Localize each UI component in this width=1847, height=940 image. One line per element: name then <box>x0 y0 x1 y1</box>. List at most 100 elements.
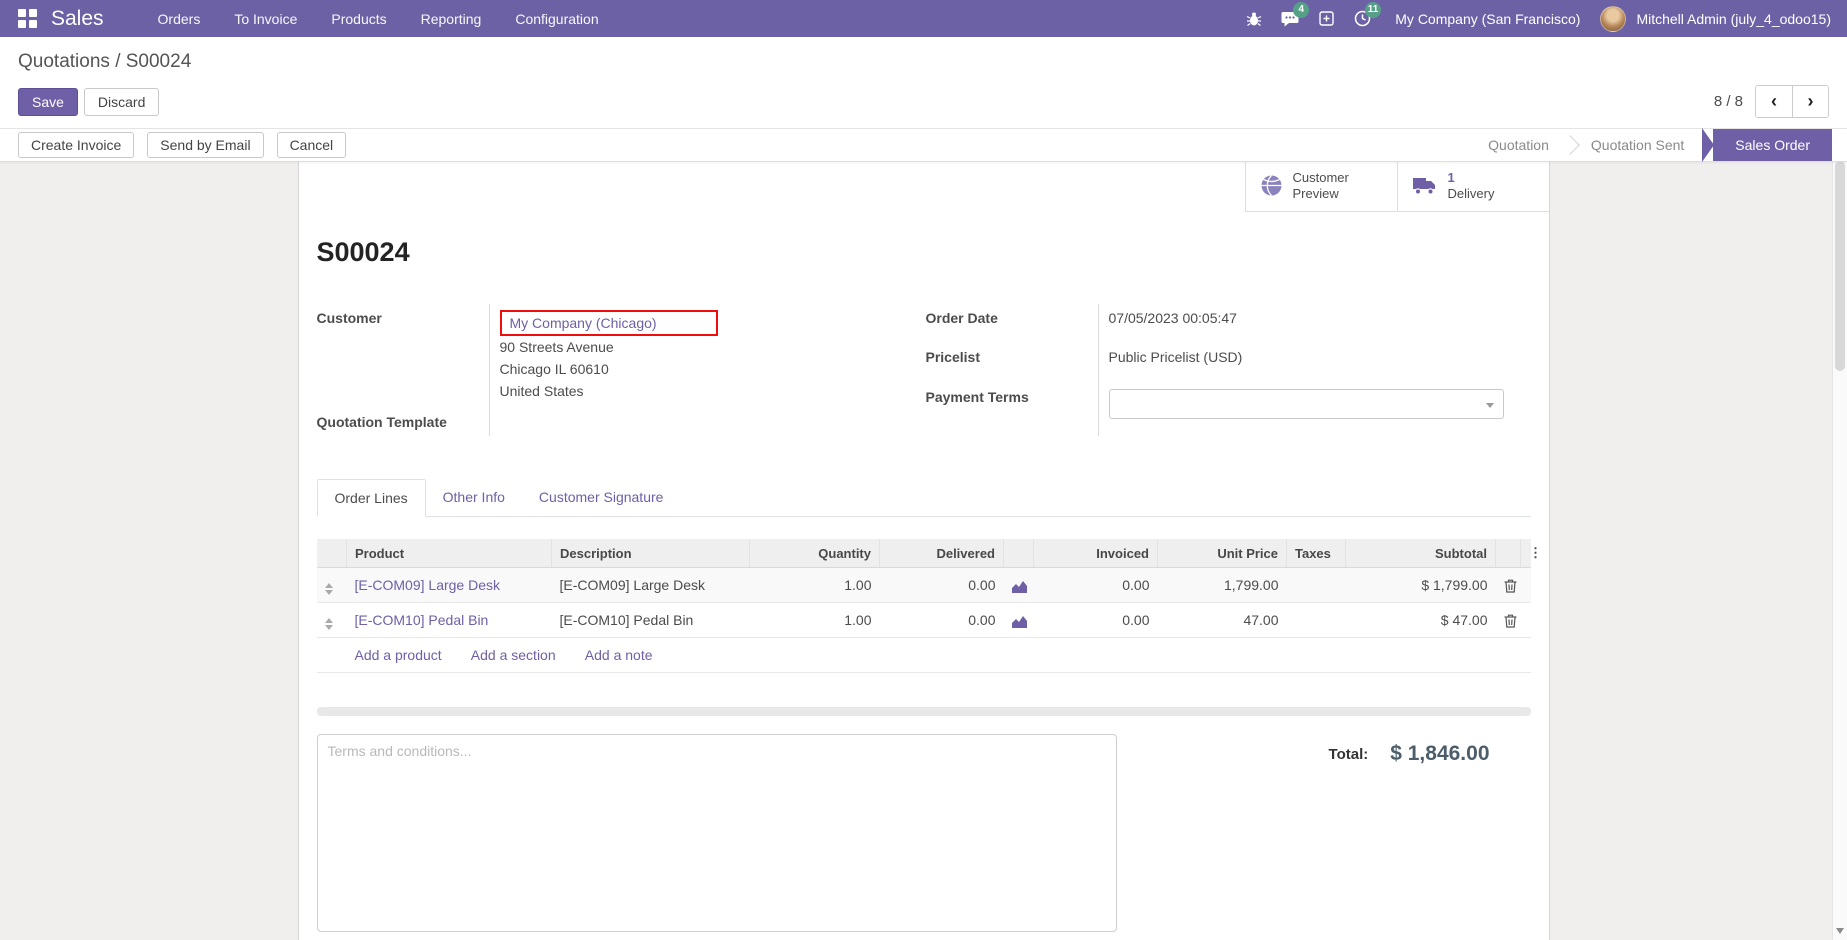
product-link[interactable]: [E-COM09] Large Desk <box>355 577 501 593</box>
subtotal-cell: $ 1,799.00 <box>1346 568 1496 603</box>
quantity-cell[interactable]: 1.00 <box>750 603 880 638</box>
tab-order-lines[interactable]: Order Lines <box>317 479 426 517</box>
breadcrumb-quotations[interactable]: Quotations <box>18 51 110 72</box>
unit-price-cell[interactable]: 1,799.00 <box>1158 568 1287 603</box>
product-link[interactable]: [E-COM10] Pedal Bin <box>355 612 489 628</box>
truck-icon <box>1412 176 1438 196</box>
pricelist-value[interactable]: Public Pricelist (USD) <box>1098 343 1504 382</box>
apps-grid-icon[interactable] <box>18 9 37 28</box>
order-date-label: Order Date <box>926 304 1098 343</box>
customer-preview-button[interactable]: Customer Preview <box>1245 160 1397 211</box>
drag-handle-icon[interactable] <box>317 568 347 603</box>
taxes-cell[interactable] <box>1287 568 1346 603</box>
create-invoice-button[interactable]: Create Invoice <box>18 132 134 158</box>
vertical-scrollbar[interactable] <box>1832 141 1847 940</box>
globe-icon <box>1260 174 1283 197</box>
menu-reporting[interactable]: Reporting <box>407 2 496 36</box>
menu-products[interactable]: Products <box>317 2 400 36</box>
optional-columns-toggle-icon[interactable]: ⋮ <box>1521 539 1531 568</box>
customer-link[interactable]: My Company (Chicago) <box>510 315 657 331</box>
product-column-header[interactable]: Product <box>347 539 552 568</box>
table-header-row: Product Description Quantity Delivered I… <box>317 539 1531 568</box>
delivered-column-header[interactable]: Delivered <box>880 539 1004 568</box>
forecast-chart-icon[interactable] <box>1004 603 1034 638</box>
table-row[interactable]: [E-COM10] Pedal Bin [E-COM10] Pedal Bin … <box>317 603 1531 638</box>
delete-row-icon[interactable] <box>1496 568 1521 603</box>
statusbar-actions: Create Invoice Send by Email Cancel <box>18 132 346 158</box>
menu-to-invoice[interactable]: To Invoice <box>220 2 311 36</box>
unit-price-cell[interactable]: 47.00 <box>1158 603 1287 638</box>
stage-quotation[interactable]: Quotation <box>1470 129 1567 161</box>
unit-price-column-header[interactable]: Unit Price <box>1158 539 1287 568</box>
table-row[interactable]: [E-COM09] Large Desk [E-COM09] Large Des… <box>317 568 1531 603</box>
activities-clock-icon[interactable]: 11 <box>1349 6 1375 32</box>
tab-customer-signature[interactable]: Customer Signature <box>522 479 681 517</box>
statusbar-stages: Quotation Quotation Sent Sales Order <box>1470 129 1832 161</box>
send-by-email-button[interactable]: Send by Email <box>147 132 263 158</box>
app-brand[interactable]: Sales <box>51 7 104 31</box>
discard-button[interactable]: Discard <box>84 88 159 116</box>
description-column-header[interactable]: Description <box>552 539 750 568</box>
company-switcher[interactable]: My Company (San Francisco) <box>1385 11 1590 27</box>
address-street: 90 Streets Avenue <box>500 336 789 358</box>
main-menu: Orders To Invoice Products Reporting Con… <box>144 2 613 36</box>
user-avatar[interactable] <box>1600 6 1626 32</box>
quantity-column-header[interactable]: Quantity <box>750 539 880 568</box>
delivery-label: 1 Delivery <box>1448 170 1495 202</box>
delivered-cell[interactable]: 0.00 <box>880 568 1004 603</box>
customer-preview-label: Customer Preview <box>1293 170 1349 202</box>
user-menu[interactable]: Mitchell Admin (july_4_odoo15) <box>1636 11 1831 27</box>
description-cell[interactable]: [E-COM10] Pedal Bin <box>552 603 750 638</box>
menu-orders[interactable]: Orders <box>144 2 215 36</box>
quotation-template-field[interactable] <box>489 408 789 436</box>
pager-count: 8 / 8 <box>1714 93 1743 110</box>
stage-sales-order-active[interactable]: Sales Order <box>1713 129 1832 161</box>
delete-column-header <box>1496 539 1521 568</box>
terms-and-conditions-input[interactable] <box>317 734 1117 932</box>
section-divider <box>317 707 1531 716</box>
tab-other-info[interactable]: Other Info <box>426 479 522 517</box>
pager-next-button[interactable]: › <box>1792 86 1828 117</box>
quantity-cell[interactable]: 1.00 <box>750 568 880 603</box>
invoiced-cell[interactable]: 0.00 <box>1034 568 1158 603</box>
quotation-template-label: Quotation Template <box>317 408 489 436</box>
delivered-cell[interactable]: 0.00 <box>880 603 1004 638</box>
menu-configuration[interactable]: Configuration <box>501 2 612 36</box>
messages-icon[interactable]: 4 <box>1277 6 1303 32</box>
pager: 8 / 8 ‹ › <box>1714 85 1829 118</box>
save-button[interactable]: Save <box>18 88 78 116</box>
cancel-button[interactable]: Cancel <box>277 132 347 158</box>
control-panel: Quotations / S00024 Save Discard 8 / 8 ‹… <box>0 37 1847 128</box>
taxes-cell[interactable] <box>1287 603 1346 638</box>
breadcrumb-separator: / <box>115 51 120 72</box>
payment-terms-label: Payment Terms <box>926 383 1098 436</box>
drag-handle-icon[interactable] <box>317 603 347 638</box>
forecast-chart-icon[interactable] <box>1004 568 1034 603</box>
scrollbar-down-arrow-icon[interactable] <box>1836 928 1844 934</box>
add-a-note-link[interactable]: Add a note <box>585 647 653 663</box>
order-date-value[interactable]: 07/05/2023 00:05:47 <box>1098 304 1504 343</box>
description-cell[interactable]: [E-COM09] Large Desk <box>552 568 750 603</box>
taxes-column-header[interactable]: Taxes <box>1287 539 1346 568</box>
payment-terms-select[interactable] <box>1109 389 1504 419</box>
delivery-button[interactable]: 1 Delivery <box>1397 160 1549 211</box>
payment-terms-field <box>1098 383 1504 436</box>
scrollbar-thumb[interactable] <box>1835 161 1845 371</box>
subtotal-column-header[interactable]: Subtotal <box>1346 539 1496 568</box>
stage-quotation-sent[interactable]: Quotation Sent <box>1573 129 1702 161</box>
activities-count-badge: 11 <box>1365 2 1382 18</box>
customer-label: Customer <box>317 304 489 408</box>
stat-buttons: Customer Preview 1 Delivery <box>1245 160 1549 212</box>
red-annotation-box: My Company (Chicago) <box>500 310 718 336</box>
breadcrumb: Quotations / S00024 <box>18 51 1829 73</box>
delete-row-icon[interactable] <box>1496 603 1521 638</box>
pager-previous-button[interactable]: ‹ <box>1756 86 1792 117</box>
sales-order-form-screen: Sales Orders To Invoice Products Reporti… <box>0 0 1847 940</box>
right-field-group: Order Date 07/05/2023 00:05:47 Pricelist… <box>926 304 1493 436</box>
add-square-icon[interactable] <box>1313 6 1339 32</box>
debug-bug-icon[interactable] <box>1241 6 1267 32</box>
add-a-product-link[interactable]: Add a product <box>355 647 442 663</box>
invoiced-column-header[interactable]: Invoiced <box>1034 539 1158 568</box>
invoiced-cell[interactable]: 0.00 <box>1034 603 1158 638</box>
add-a-section-link[interactable]: Add a section <box>471 647 556 663</box>
